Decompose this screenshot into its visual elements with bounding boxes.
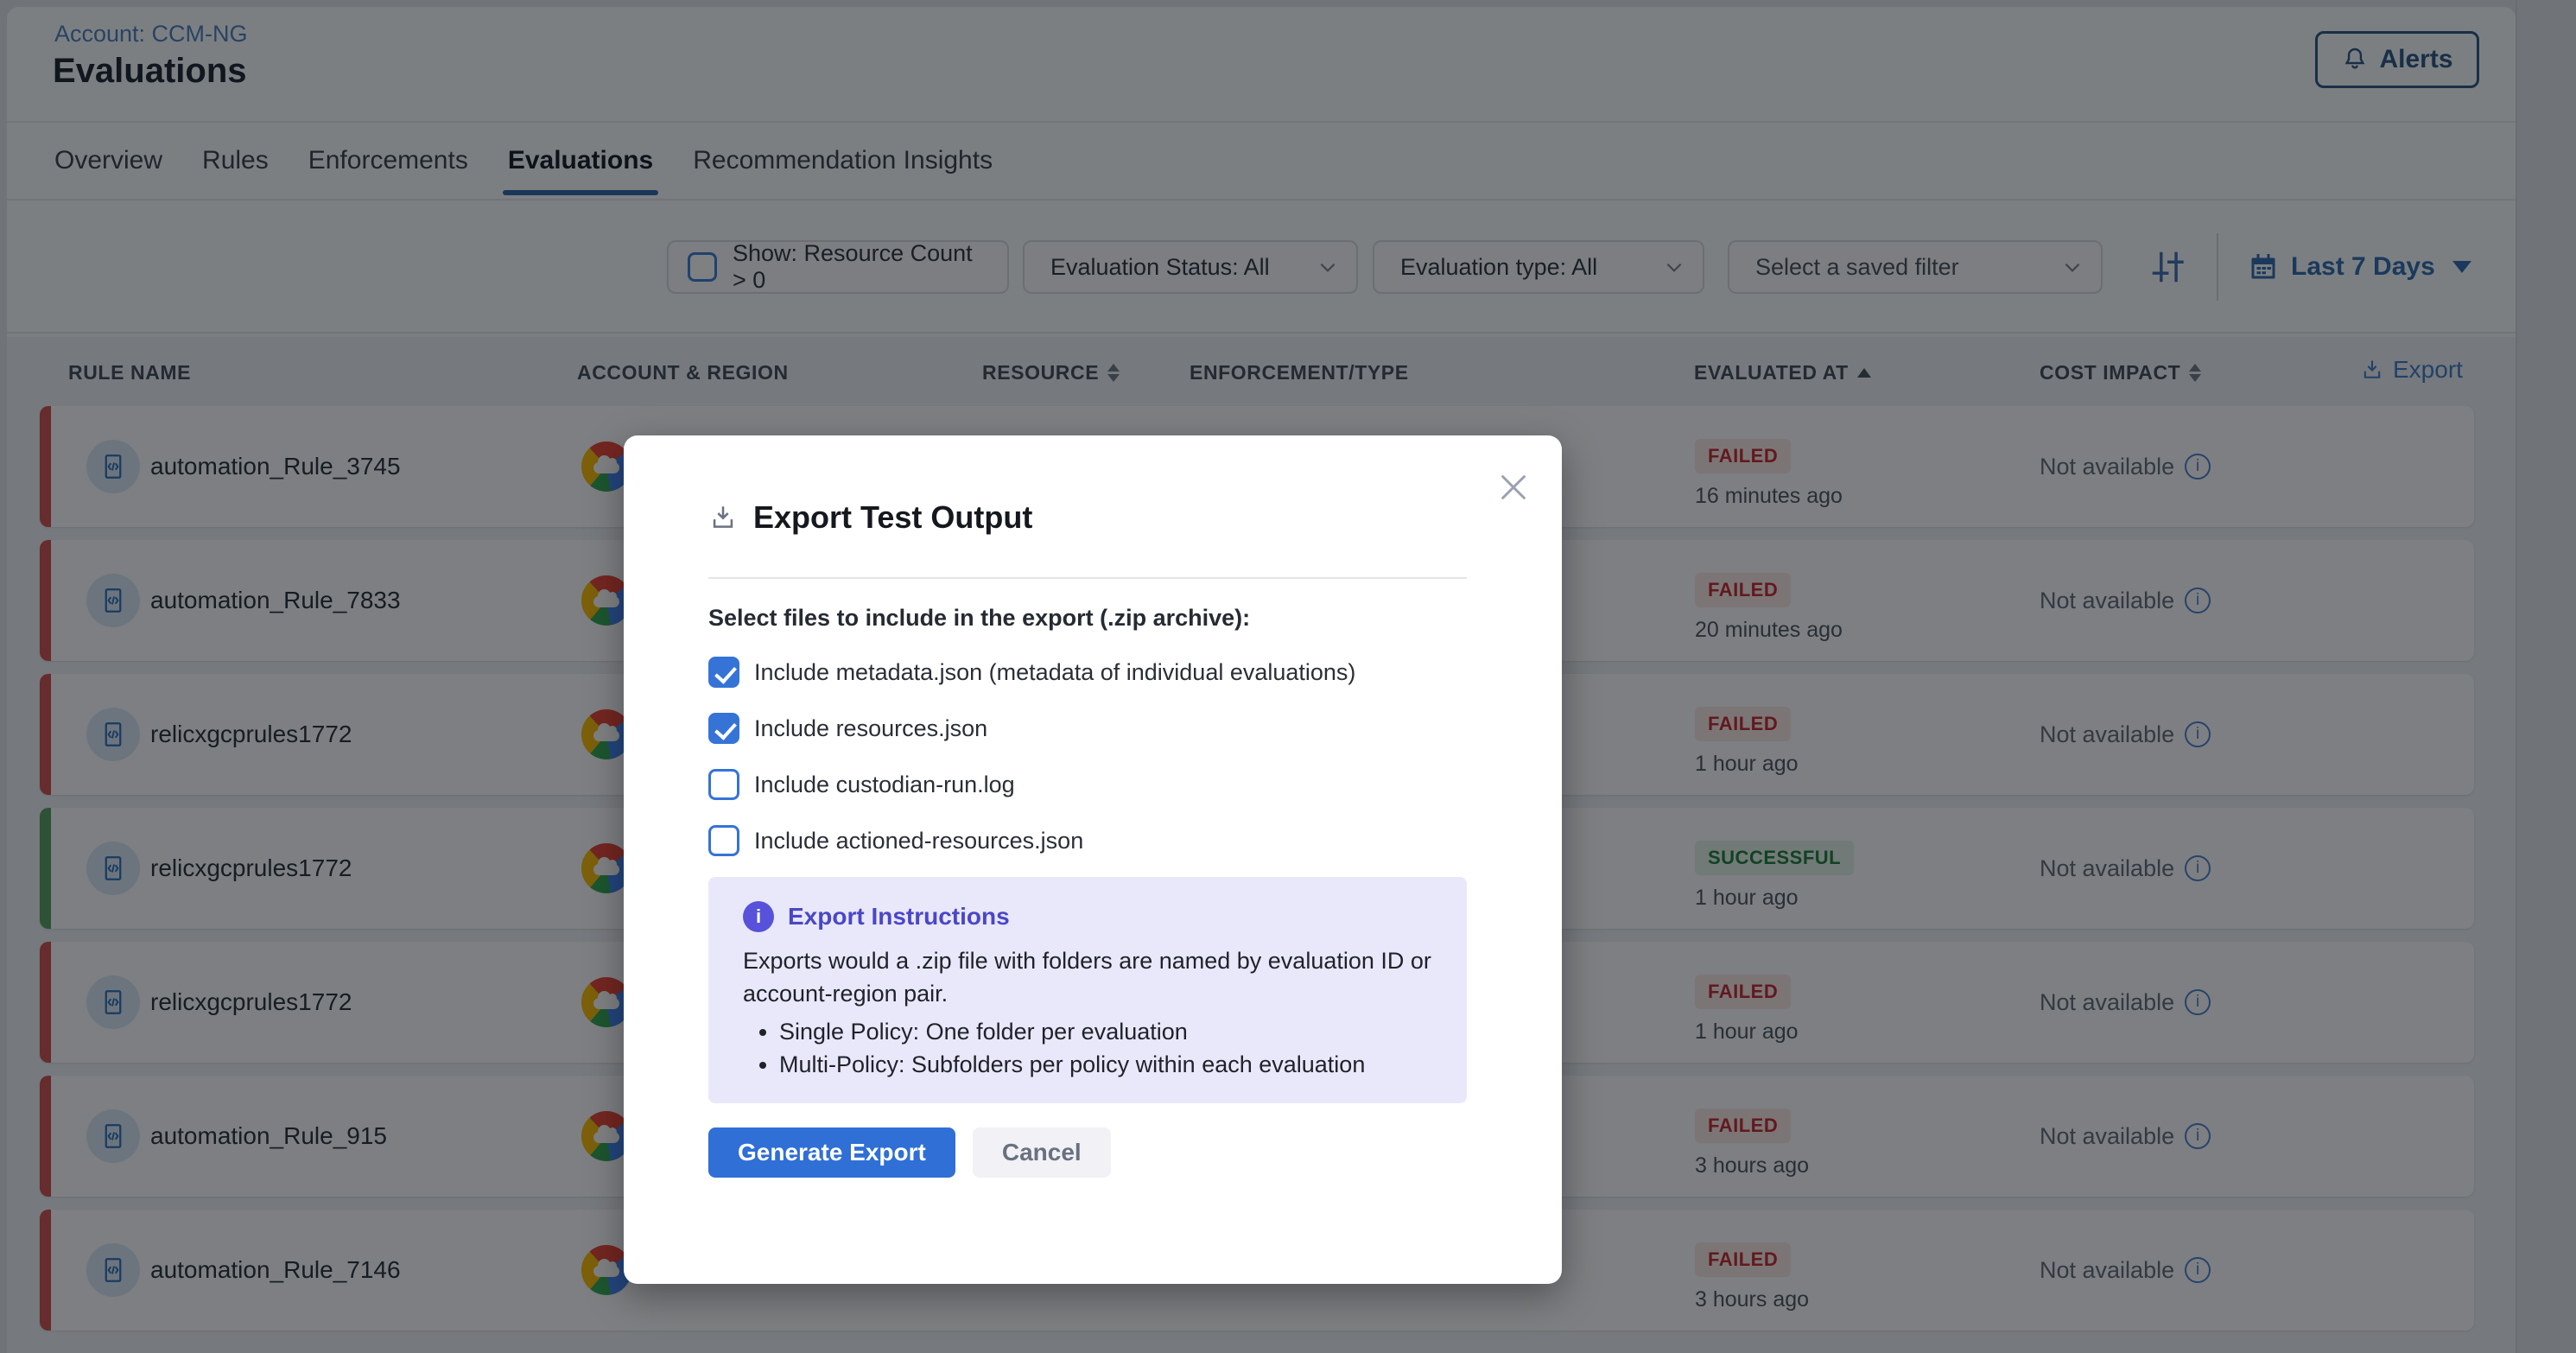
- instructions-bullet: Multi-Policy: Subfolders per policy with…: [779, 1048, 1432, 1081]
- checkbox[interactable]: [708, 769, 739, 800]
- instructions-title: Export Instructions: [788, 903, 1010, 931]
- close-icon[interactable]: [1496, 470, 1531, 505]
- checkbox-label: Include actioned-resources.json: [754, 828, 1083, 854]
- export-option[interactable]: Include metadata.json (metadata of indiv…: [708, 657, 1467, 688]
- checkbox-label: Include metadata.json (metadata of indiv…: [754, 659, 1355, 686]
- export-test-output-modal: Export Test Output Select files to inclu…: [624, 435, 1562, 1284]
- checkbox-label: Include resources.json: [754, 715, 987, 742]
- checkbox[interactable]: [708, 657, 739, 688]
- export-instructions-box: Export Instructions Exports would a .zip…: [708, 877, 1467, 1103]
- checkbox-label: Include custodian-run.log: [754, 772, 1015, 798]
- checkbox[interactable]: [708, 713, 739, 744]
- instructions-body: Exports would a .zip file with folders a…: [743, 944, 1432, 1010]
- modal-divider: [708, 577, 1467, 579]
- instructions-bullet: Single Policy: One folder per evaluation: [779, 1015, 1432, 1048]
- download-icon: [708, 503, 738, 532]
- export-options: Include metadata.json (metadata of indiv…: [708, 657, 1467, 856]
- modal-title: Export Test Output: [753, 499, 1032, 536]
- export-option[interactable]: Include custodian-run.log: [708, 769, 1467, 800]
- cancel-button[interactable]: Cancel: [973, 1128, 1111, 1178]
- info-bubble-icon: [743, 901, 774, 932]
- export-option[interactable]: Include actioned-resources.json: [708, 825, 1467, 856]
- instructions-list: Single Policy: One folder per evaluation…: [743, 1015, 1432, 1081]
- select-files-label: Select files to include in the export (.…: [708, 605, 1467, 632]
- checkbox[interactable]: [708, 825, 739, 856]
- generate-export-button[interactable]: Generate Export: [708, 1128, 955, 1178]
- export-option[interactable]: Include resources.json: [708, 713, 1467, 744]
